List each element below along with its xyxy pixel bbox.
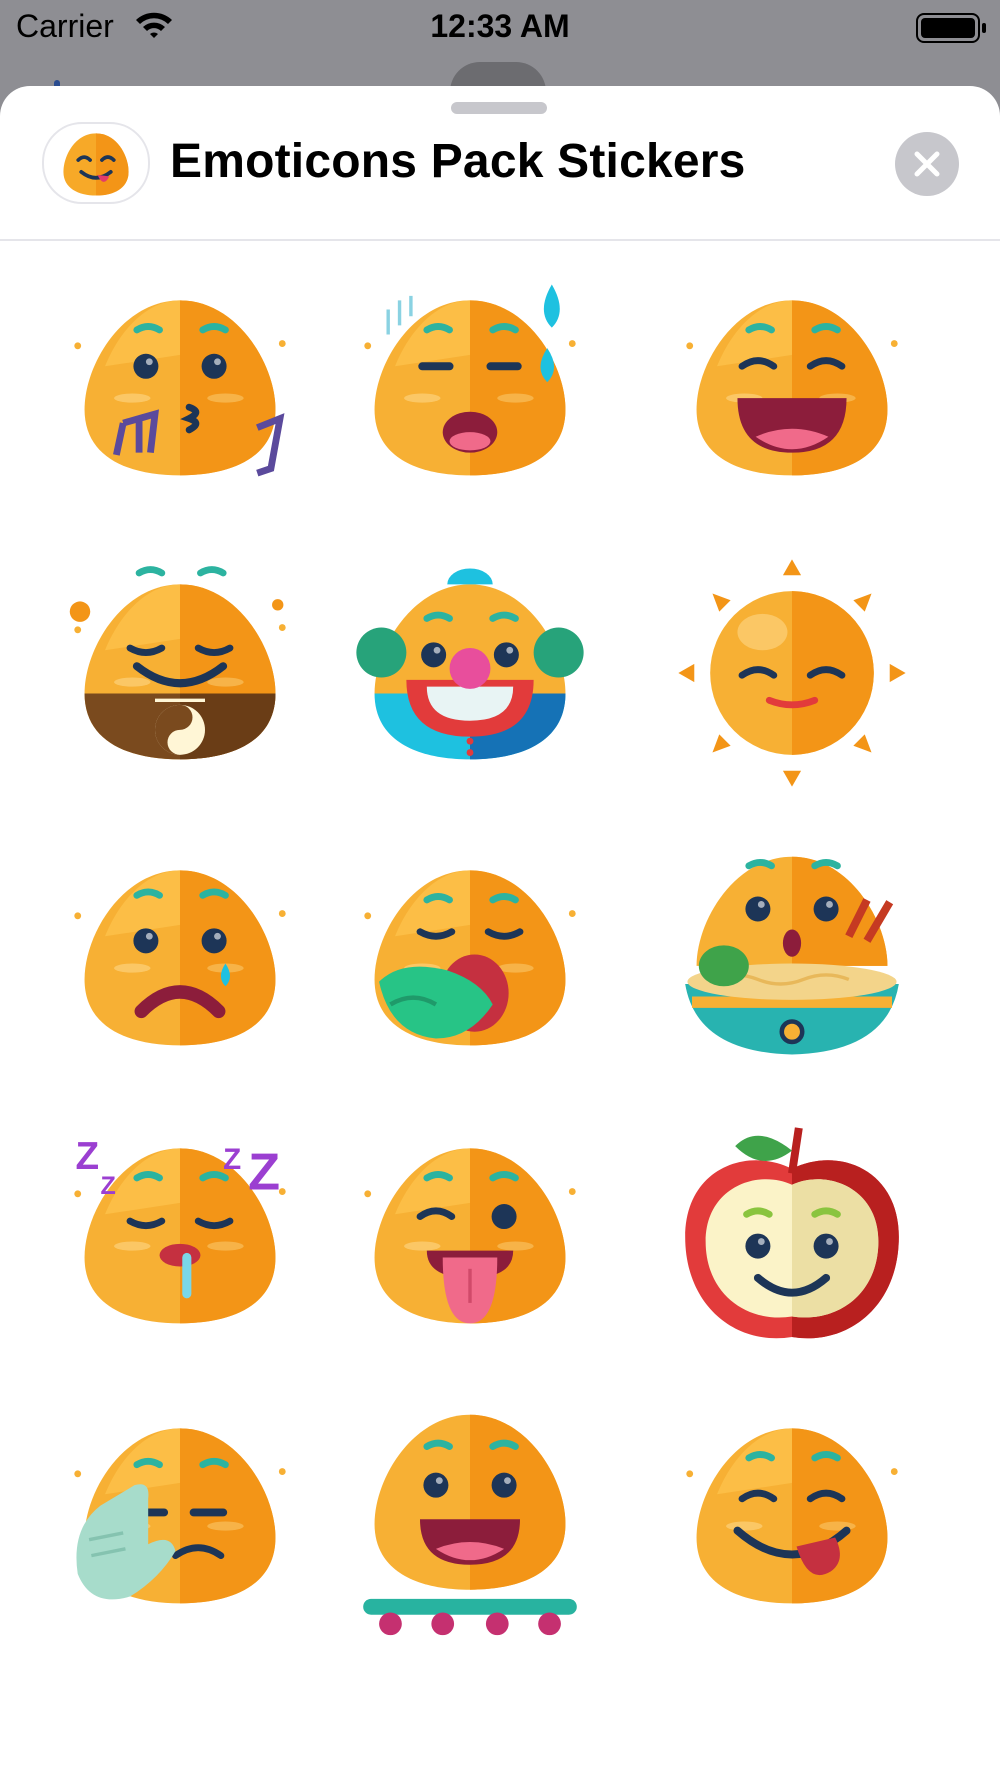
sad-tear-emoji-icon (74, 870, 286, 1046)
sticker-laughing-emoji[interactable] (662, 264, 922, 514)
clown-emoji-icon (356, 568, 584, 760)
tongue-out-wink-emoji-icon (364, 1148, 576, 1324)
sweating-sleepy-emoji-icon (364, 284, 576, 476)
hand-face-tired-emoji-icon (74, 1428, 286, 1604)
vomiting-emoji-icon (364, 870, 576, 1046)
svg-text:Z: Z (75, 1135, 99, 1178)
sticker-sleeping-zzz-emoji[interactable]: Z Z Z Z (50, 1112, 310, 1362)
sun-emoji-icon (678, 559, 906, 787)
sticker-zen-yin-yang-emoji[interactable] (50, 548, 310, 798)
whistling-music-emoji-icon (74, 300, 286, 477)
sticker-apple-smiley[interactable] (662, 1112, 922, 1362)
noodle-bowl-emoji-icon (685, 856, 899, 1055)
sticker-skateboard-smile-emoji[interactable] (340, 1392, 600, 1642)
laughing-emoji-icon (686, 300, 898, 476)
sheet-title: Emoticons Pack Stickers (170, 135, 746, 188)
apple-smiley-icon (685, 1127, 899, 1339)
tongue-wink-emoji-icon (63, 133, 129, 196)
svg-text:Z: Z (100, 1172, 115, 1200)
skateboard-smile-emoji-icon (363, 1414, 577, 1636)
zen-yin-yang-emoji-icon (69, 566, 286, 760)
sticker-tongue-grin-emoji[interactable] (662, 1392, 922, 1642)
sleeping-zzz-emoji-icon: Z Z Z Z (74, 1135, 286, 1324)
battery-icon (916, 12, 988, 49)
sticker-whistling-music-emoji[interactable] (50, 264, 310, 514)
sticker-sad-tear-emoji[interactable] (50, 834, 310, 1084)
tongue-grin-emoji-icon (686, 1428, 898, 1604)
sticker-sweating-sleepy-emoji[interactable] (340, 264, 600, 514)
header-divider (0, 239, 1000, 241)
sticker-grid: Z Z Z Z (0, 242, 1000, 1778)
svg-text:Z: Z (248, 1143, 280, 1201)
clock: 12:33 AM (430, 8, 570, 44)
status-bar: Carrier 12:33 AM (0, 0, 1000, 60)
svg-text:Z: Z (223, 1143, 241, 1176)
sticker-sheet: Emoticons Pack Stickers Z Z Z Z (0, 86, 1000, 1778)
sticker-sun-emoji[interactable] (662, 548, 922, 798)
sticker-noodle-bowl-emoji[interactable] (662, 834, 922, 1084)
close-button[interactable] (895, 132, 959, 196)
sheet-grabber[interactable] (451, 102, 547, 114)
sticker-vomiting-emoji[interactable] (340, 834, 600, 1084)
app-icon[interactable] (42, 122, 150, 204)
sticker-hand-face-tired-emoji[interactable] (50, 1392, 310, 1642)
sticker-tongue-out-wink-emoji[interactable] (340, 1112, 600, 1362)
sticker-clown-emoji[interactable] (340, 548, 600, 798)
close-icon (914, 151, 940, 177)
